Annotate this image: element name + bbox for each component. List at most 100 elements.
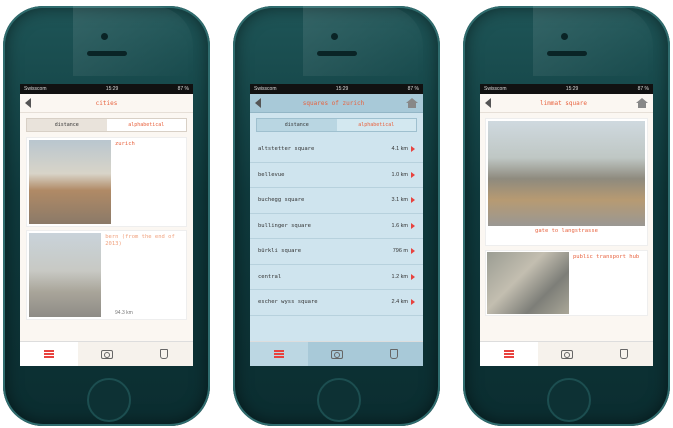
item-name: altstetter square — [258, 146, 315, 153]
back-icon[interactable] — [255, 98, 261, 108]
page-title: cities — [95, 99, 118, 107]
sort-segmented-control: distance alphabetical — [256, 118, 417, 132]
disclosure-icon — [411, 146, 415, 153]
segment-alphabetical[interactable]: alphabetical — [106, 119, 186, 131]
item-name: zurich — [115, 141, 135, 147]
list-icon — [503, 350, 514, 358]
squares-screen: Swisscom 15:29 87 % squares of zurich di… — [250, 84, 423, 366]
item-name: bürkli square — [258, 248, 302, 255]
squares-list: altstetter square 4.1 km bellevue 1.0 km b… — [250, 137, 423, 316]
home-icon[interactable] — [405, 98, 418, 108]
list-item[interactable]: altstetter square 4.1 km — [250, 137, 423, 163]
back-icon[interactable] — [485, 98, 491, 108]
status-bar: Swisscom 15:29 87 % — [250, 84, 423, 94]
aerial-photo — [487, 252, 569, 314]
clock: 15:29 — [335, 86, 349, 92]
item-distance: 4.1 km — [391, 146, 408, 153]
back-icon[interactable] — [25, 98, 31, 108]
item-name: buchegg square — [258, 197, 305, 204]
tab-bar — [20, 341, 193, 366]
phone-1: Swisscom 15:29 87 % cities distance alph… — [3, 6, 210, 426]
battery: 87 % — [407, 86, 419, 92]
disclosure-icon — [411, 273, 415, 280]
list-item[interactable]: buchegg square 3.1 km — [250, 188, 423, 214]
disclosure-icon — [411, 197, 415, 204]
status-bar: Swisscom 15:29 87 % — [20, 84, 193, 94]
home-icon[interactable] — [636, 98, 648, 108]
zurich-photo — [29, 140, 111, 224]
list-item[interactable]: bullinger square 1.6 km — [250, 214, 423, 239]
tab-list[interactable] — [250, 342, 308, 366]
tab-photos[interactable] — [307, 342, 366, 366]
phone-2: Swisscom 15:29 87 % squares of zurich di… — [233, 6, 440, 426]
carrier: Swisscom — [24, 86, 47, 92]
limmat-square-screen: Swisscom 15:29 87 % limmat square gate t… — [480, 84, 653, 366]
home-button[interactable] — [87, 378, 131, 422]
clock: 15:29 — [565, 86, 579, 92]
list-item[interactable]: escher wyss square 2.4 km — [250, 290, 423, 316]
item-distance: 3.1 km — [391, 197, 408, 204]
camera-icon — [560, 349, 573, 359]
segment-distance[interactable]: distance — [27, 119, 107, 131]
page-title: squares of zurich — [302, 99, 365, 107]
disclosure-icon — [411, 248, 415, 255]
tab-bar — [250, 341, 423, 366]
front-camera — [331, 33, 338, 40]
item-distance: 1.2 km — [391, 273, 408, 280]
list-item[interactable]: bern (from the end of 2013) 94.3 km — [26, 230, 187, 320]
tab-list[interactable] — [480, 342, 538, 366]
tab-map[interactable] — [595, 342, 653, 366]
map-pin-icon — [390, 349, 399, 359]
item-distance: 1.0 km — [391, 171, 408, 178]
item-distance: 94.3 km — [115, 310, 133, 316]
home-button[interactable] — [317, 378, 361, 422]
item-name: bullinger square — [258, 222, 311, 229]
battery: 87 % — [637, 86, 649, 92]
list-icon — [43, 350, 54, 358]
item-name: public transport hub — [573, 254, 640, 260]
page-title: limmat square — [540, 99, 587, 107]
item-distance: 796 m — [392, 248, 408, 255]
list-icon — [273, 350, 284, 358]
tab-photos[interactable] — [77, 342, 136, 366]
disclosure-icon — [411, 171, 415, 178]
list-item[interactable]: central 1.2 km — [250, 265, 423, 290]
hero-card[interactable]: gate to langstrasse — [485, 118, 648, 246]
status-bar: Swisscom 15:29 87 % — [480, 84, 653, 94]
item-distance: 2.4 km — [391, 299, 408, 306]
nav-bar: squares of zurich — [250, 94, 423, 113]
item-name: bellevue — [258, 171, 285, 178]
item-distance: 1.6 km — [391, 222, 408, 229]
front-camera — [561, 33, 568, 40]
speaker — [547, 51, 587, 56]
tab-bar — [480, 341, 653, 366]
item-name: central — [258, 273, 282, 280]
list-item[interactable]: public transport hub — [485, 250, 648, 316]
item-name: escher wyss square — [258, 299, 318, 306]
list-item[interactable]: zurich — [26, 137, 187, 227]
bern-photo — [29, 233, 102, 317]
list-item[interactable]: bellevue 1.0 km — [250, 163, 423, 188]
segment-distance[interactable]: distance — [257, 119, 337, 131]
home-button[interactable] — [547, 378, 591, 422]
tab-map[interactable] — [365, 342, 423, 366]
tab-photos[interactable] — [537, 342, 596, 366]
front-camera — [101, 33, 108, 40]
hero-caption: gate to langstrasse — [535, 228, 598, 234]
clock: 15:29 — [105, 86, 119, 92]
carrier: Swisscom — [254, 86, 277, 92]
map-pin-icon — [160, 349, 169, 359]
speaker — [87, 51, 127, 56]
nav-bar: cities — [20, 94, 193, 113]
carrier: Swisscom — [484, 86, 507, 92]
phone-3: Swisscom 15:29 87 % limmat square gate t… — [463, 6, 670, 426]
segment-alphabetical[interactable]: alphabetical — [336, 119, 416, 131]
item-name: bern (from the end of 2013) — [105, 234, 175, 248]
map-pin-icon — [620, 349, 629, 359]
tab-map[interactable] — [135, 342, 193, 366]
list-item[interactable]: bürkli square 796 m — [250, 239, 423, 265]
nav-bar: limmat square — [480, 94, 653, 113]
tab-list[interactable] — [20, 342, 78, 366]
cities-screen: Swisscom 15:29 87 % cities distance alph… — [20, 84, 193, 366]
camera-icon — [100, 349, 113, 359]
